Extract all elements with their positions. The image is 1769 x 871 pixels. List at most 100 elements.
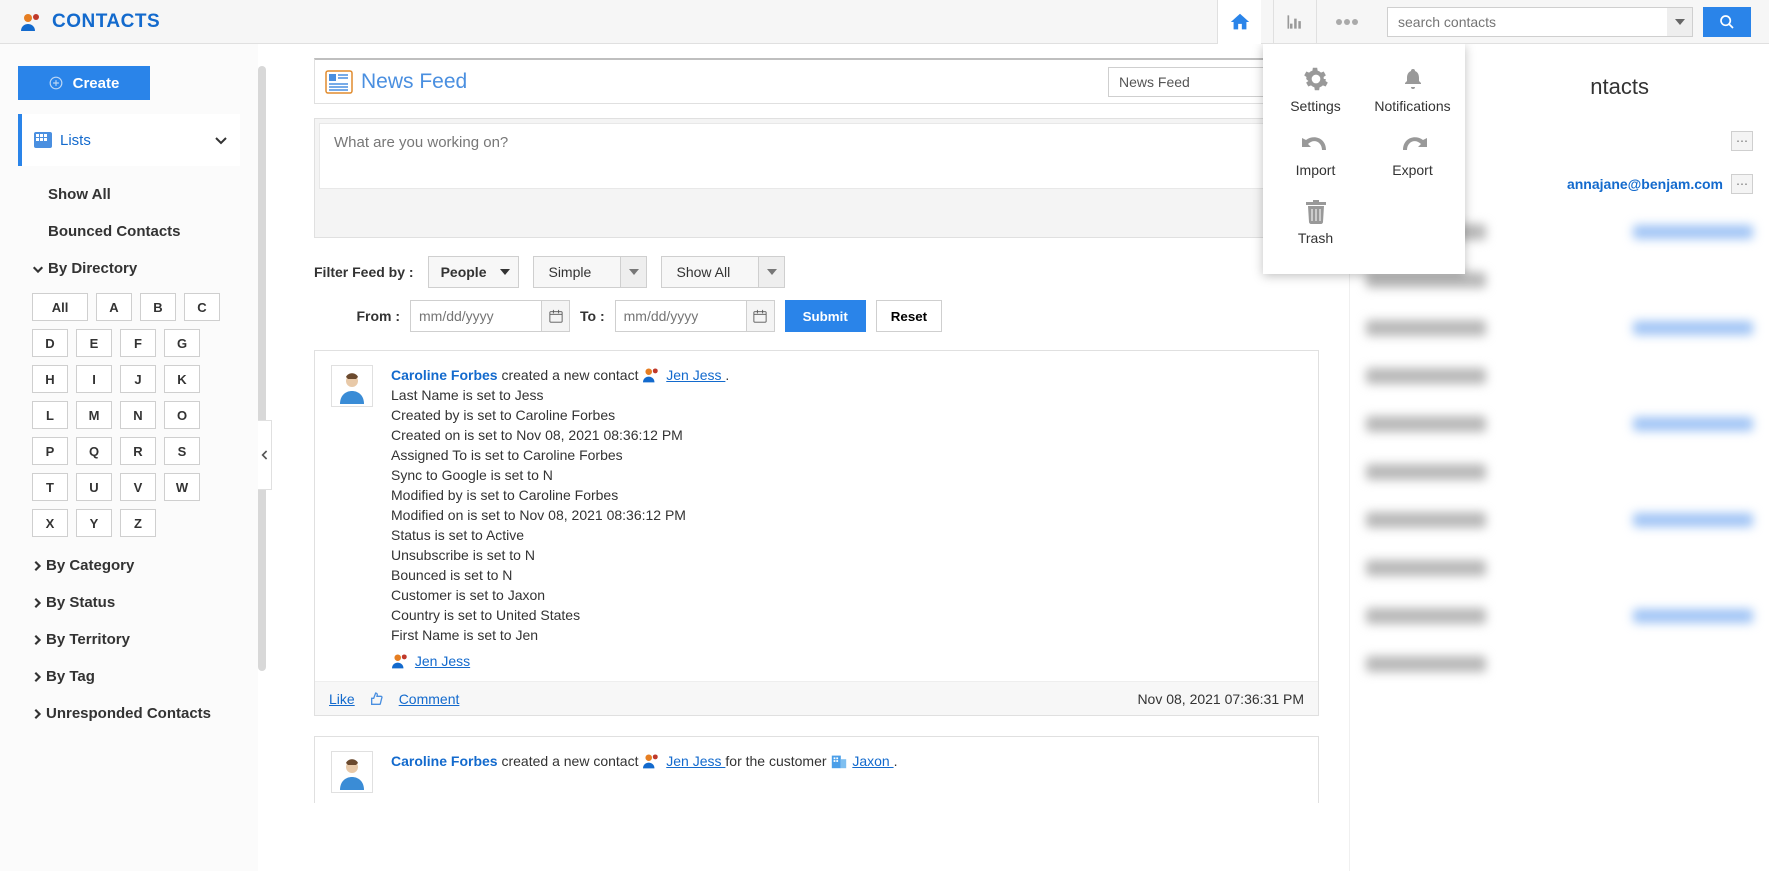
letter-r[interactable]: R <box>120 437 156 465</box>
home-tab[interactable] <box>1217 0 1261 44</box>
letter-a[interactable]: A <box>96 293 132 321</box>
calendar-icon <box>549 309 563 323</box>
sidebar-item-by-tag[interactable]: By Tag <box>18 658 240 695</box>
dropdown-export[interactable]: Export <box>1364 128 1461 192</box>
export-arrow-icon <box>1399 136 1427 156</box>
contacts-mini-icon <box>642 752 662 770</box>
dropdown-notifications[interactable]: Notifications <box>1364 58 1461 128</box>
like-link[interactable]: Like <box>329 691 355 707</box>
home-icon <box>1228 11 1252 33</box>
letter-s[interactable]: S <box>164 437 200 465</box>
search-wrap <box>1387 7 1751 37</box>
contact-email[interactable]: annajane@benjam.com <box>1567 176 1723 192</box>
row-menu[interactable]: ⋯ <box>1731 131 1753 151</box>
sidebar-item-by-territory[interactable]: By Territory <box>18 621 240 658</box>
feed-detail-line: Bounced is set to N <box>391 565 1302 585</box>
ellipsis-icon <box>1335 18 1359 26</box>
letter-j[interactable]: J <box>120 365 156 393</box>
filter-simple-dropdown[interactable]: Simple <box>533 256 647 288</box>
sidebar-item-unresponded[interactable]: Unresponded Contacts <box>18 695 240 732</box>
feed-author[interactable]: Caroline Forbes <box>391 367 498 383</box>
letter-u[interactable]: U <box>76 473 112 501</box>
letter-h[interactable]: H <box>32 365 68 393</box>
trash-icon <box>1306 200 1326 224</box>
letter-b[interactable]: B <box>140 293 176 321</box>
letter-grid: All ABC DEFG HIJK LMNO PQRS TUVW XYZ <box>18 293 240 537</box>
letter-k[interactable]: K <box>164 365 200 393</box>
sidebar-item-show-all[interactable]: Show All <box>18 176 240 213</box>
building-icon <box>830 752 848 770</box>
sidebar-item-bounced[interactable]: Bounced Contacts <box>18 213 240 250</box>
feed-detail-line: Created by is set to Caroline Forbes <box>391 405 1302 425</box>
letter-w[interactable]: W <box>164 473 200 501</box>
avatar <box>331 751 373 793</box>
chevron-down-icon <box>214 135 228 145</box>
filter-showall-dropdown[interactable]: Show All <box>661 256 785 288</box>
letter-e[interactable]: E <box>76 329 112 357</box>
letter-f[interactable]: F <box>120 329 156 357</box>
feed-detail-line: Last Name is set to Jess <box>391 385 1302 405</box>
gear-icon <box>1303 66 1329 92</box>
sidebar-lists-header[interactable]: Lists <box>18 114 240 166</box>
sidebar-item-by-status[interactable]: By Status <box>18 584 240 621</box>
filter-people-dropdown[interactable]: People <box>428 256 520 288</box>
from-date-input[interactable] <box>410 300 570 332</box>
feed-contact-link[interactable]: Jen Jess <box>666 753 725 769</box>
feed-detail-line: First Name is set to Jen <box>391 625 1302 645</box>
composer-input[interactable]: What are you working on? <box>319 123 1314 189</box>
letter-v[interactable]: V <box>120 473 156 501</box>
feed-mention-link[interactable]: Jen Jess <box>415 653 470 669</box>
letter-o[interactable]: O <box>164 401 200 429</box>
submit-button[interactable]: Submit <box>785 300 866 332</box>
letter-x[interactable]: X <box>32 509 68 537</box>
caret-down-icon <box>1675 19 1685 25</box>
to-date-input[interactable] <box>615 300 775 332</box>
feed-detail-line: Status is set to Active <box>391 525 1302 545</box>
dropdown-settings[interactable]: Settings <box>1267 58 1364 128</box>
search-icon <box>1719 14 1735 30</box>
dropdown-import[interactable]: Import <box>1267 128 1364 192</box>
feed-customer-link[interactable]: Jaxon <box>852 753 893 769</box>
feed-contact-link[interactable]: Jen Jess <box>666 367 725 383</box>
feed-detail-line: Customer is set to Jaxon <box>391 585 1302 605</box>
letter-g[interactable]: G <box>164 329 200 357</box>
letter-all[interactable]: All <box>32 293 88 321</box>
comment-link[interactable]: Comment <box>399 691 460 707</box>
search-filter-caret[interactable] <box>1667 7 1693 37</box>
sidebar-scrollbar[interactable] <box>258 66 266 671</box>
letter-n[interactable]: N <box>120 401 156 429</box>
letter-d[interactable]: D <box>32 329 68 357</box>
dropdown-trash[interactable]: Trash <box>1267 192 1364 260</box>
user-avatar-icon <box>334 754 370 790</box>
plus-circle-icon <box>49 76 63 90</box>
letter-i[interactable]: I <box>76 365 112 393</box>
feed-author[interactable]: Caroline Forbes <box>391 753 498 769</box>
caret-down-icon <box>629 269 639 275</box>
table-icon <box>34 132 52 148</box>
sidebar-item-by-directory[interactable]: By Directory <box>18 250 240 287</box>
feed-item: Caroline Forbes created a new contact Je… <box>314 736 1319 803</box>
import-arrow-icon <box>1302 136 1330 156</box>
search-button[interactable] <box>1703 7 1751 37</box>
filter-label: Filter Feed by : <box>314 264 414 280</box>
reset-button[interactable]: Reset <box>876 300 942 332</box>
chevron-right-icon <box>32 560 42 572</box>
letter-p[interactable]: P <box>32 437 68 465</box>
search-input[interactable] <box>1387 7 1667 37</box>
contacts-logo-icon <box>20 11 44 33</box>
letter-q[interactable]: Q <box>76 437 112 465</box>
chevron-right-icon <box>32 671 42 683</box>
letter-c[interactable]: C <box>184 293 220 321</box>
analytics-tab[interactable] <box>1273 0 1317 44</box>
bell-icon <box>1401 66 1425 92</box>
letter-y[interactable]: Y <box>76 509 112 537</box>
letter-t[interactable]: T <box>32 473 68 501</box>
create-button[interactable]: Create <box>18 66 150 100</box>
letter-m[interactable]: M <box>76 401 112 429</box>
chevron-right-icon <box>32 708 42 720</box>
more-menu[interactable] <box>1329 18 1365 26</box>
row-menu[interactable]: ⋯ <box>1731 174 1753 194</box>
letter-z[interactable]: Z <box>120 509 156 537</box>
sidebar-item-by-category[interactable]: By Category <box>18 547 240 584</box>
letter-l[interactable]: L <box>32 401 68 429</box>
